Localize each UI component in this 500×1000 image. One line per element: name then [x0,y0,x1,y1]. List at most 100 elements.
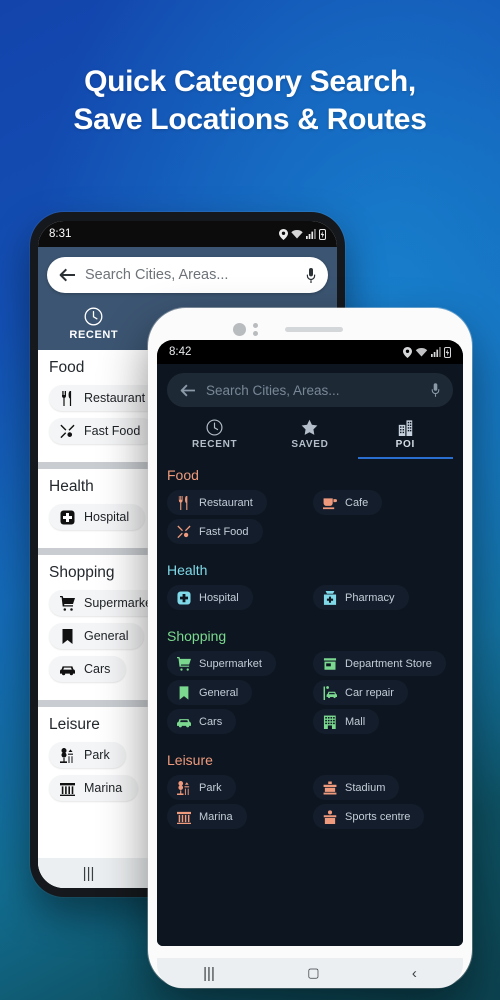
location-pin-icon [279,228,288,240]
tab-recent-label: RECENT [69,329,119,341]
bookmark-icon [176,685,191,700]
microphone-icon [306,267,316,283]
poi-category-list[interactable]: Food Restaurant Cafe Fast Food Health Ho… [157,459,463,946]
poi-chip-general[interactable]: General [167,680,253,705]
list-item[interactable]: General [49,623,145,649]
coffee-cup-icon [322,495,337,510]
poi-chip-label: Mall [345,715,366,728]
section-food: Food Restaurant Cafe Fast Food [157,459,463,554]
nav-recents-button[interactable]: ||| [83,865,95,882]
tab-recent[interactable]: RECENT [167,416,262,459]
wifi-icon [291,229,303,239]
mall-icon [322,714,337,729]
clock-icon [84,307,103,326]
list-item[interactable]: Fast Food [49,418,157,444]
battery-icon [444,346,451,358]
park-icon [176,780,191,795]
nav-back-button[interactable]: ‹ [412,965,417,982]
poi-chip-department-store[interactable]: Department Store [313,651,446,676]
phone-bezel-top [157,318,463,340]
poi-chip-label: Supermarket [199,657,262,670]
list-item[interactable]: Marina [49,775,139,801]
status-bar: 8:42 [157,340,463,364]
tab-saved[interactable]: SAVED [262,416,357,459]
car-icon [59,661,75,677]
poi-chip-mall[interactable]: Mall [313,709,380,734]
marina-icon [59,780,75,796]
search-input[interactable]: Search Cities, Areas... [206,383,421,398]
store-icon [322,656,337,671]
poi-chip-park[interactable]: Park [167,775,236,800]
poi-chip-label: Department Store [345,657,432,670]
list-item[interactable]: Hospital [49,504,146,530]
poi-chip-label: Fast Food [199,525,249,538]
star-icon [302,419,318,435]
tab-recent-label: RECENT [192,439,238,450]
sports-centre-icon [322,809,337,824]
camera-icon [233,322,246,336]
clock-icon [206,419,223,436]
android-nav-bar: ||| ▢ ‹ [157,958,463,988]
poi-chip-label: Stadium [345,781,386,794]
poi-chip-supermarket[interactable]: Supermarket [167,651,276,676]
hospital-icon [59,509,75,525]
chip-grid: Hospital Pharmacy [167,585,453,610]
poi-chip-label: Sports centre [345,810,411,823]
poi-chip-marina[interactable]: Marina [167,804,247,829]
section-title: Shopping [167,628,227,644]
poi-chip-label: Car repair [345,686,394,699]
tab-bar: RECENT SAVED POI [167,416,453,459]
shopping-cart-icon [176,656,191,671]
fast-food-icon [176,524,191,539]
chip-grid: Restaurant Cafe Fast Food [167,490,453,544]
location-pin-icon [403,346,412,358]
poi-chip-car-repair[interactable]: Car repair [313,680,408,705]
poi-chip-hospital[interactable]: Hospital [167,585,253,610]
stadium-icon [322,780,337,795]
section-health: Health Hospital Pharmacy [157,554,463,620]
poi-chip-label: Park [199,781,222,794]
tab-saved-label: SAVED [291,439,329,450]
chip-grid: Park Stadium Marina Sports centre [167,775,453,829]
search-input[interactable]: Search Cities, Areas... [85,267,297,283]
status-bar: 8:31 [38,221,337,247]
section-shopping: Shopping Supermarket Department Store Ge… [157,620,463,744]
list-item[interactable]: Park [49,742,126,768]
search-bar[interactable]: Search Cities, Areas... [47,257,328,293]
poi-chip-label: General [199,686,239,699]
park-icon [59,747,75,763]
cutlery-icon [59,390,75,406]
poi-chip-restaurant[interactable]: Restaurant [167,490,267,515]
arrow-left-icon [180,384,195,396]
signal-icon [306,229,316,239]
pharmacy-icon [322,590,337,605]
poi-chip-label: Hospital [199,591,239,604]
buildings-icon [398,420,413,436]
poi-chip-fast-food[interactable]: Fast Food [167,519,263,544]
search-header: Search Cities, Areas... RECENT SAVED POI [157,364,463,459]
car-icon [176,714,191,729]
poi-chip-stadium[interactable]: Stadium [313,775,400,800]
poi-chip-pharmacy[interactable]: Pharmacy [313,585,409,610]
nav-home-button[interactable]: ▢ [307,965,319,981]
status-time: 8:42 [169,346,192,358]
list-item-label: Marina [84,781,123,795]
tab-poi[interactable]: POI [357,416,453,459]
list-item-label: Park [84,748,110,762]
tab-poi-label: POI [395,439,415,450]
microphone-icon [431,383,440,397]
signal-icon [431,347,441,357]
poi-chip-label: Cafe [345,496,369,509]
nav-recents-button[interactable]: ||| [203,965,215,982]
foreground-phone-mockup: 8:42 Search Cities, Areas... RECENT SAVE… [148,308,472,988]
hospital-icon [176,590,191,605]
headline-line-1: Quick Category Search, [84,65,416,98]
tab-recent[interactable]: RECENT [47,303,141,350]
list-item[interactable]: Cars [49,656,127,682]
bookmark-icon [59,628,75,644]
poi-chip-cafe[interactable]: Cafe [313,490,383,515]
search-bar[interactable]: Search Cities, Areas... [167,373,453,407]
poi-chip-cars[interactable]: Cars [167,709,237,734]
list-item[interactable]: Restaurant [49,385,162,411]
poi-chip-sports-centre[interactable]: Sports centre [313,804,425,829]
